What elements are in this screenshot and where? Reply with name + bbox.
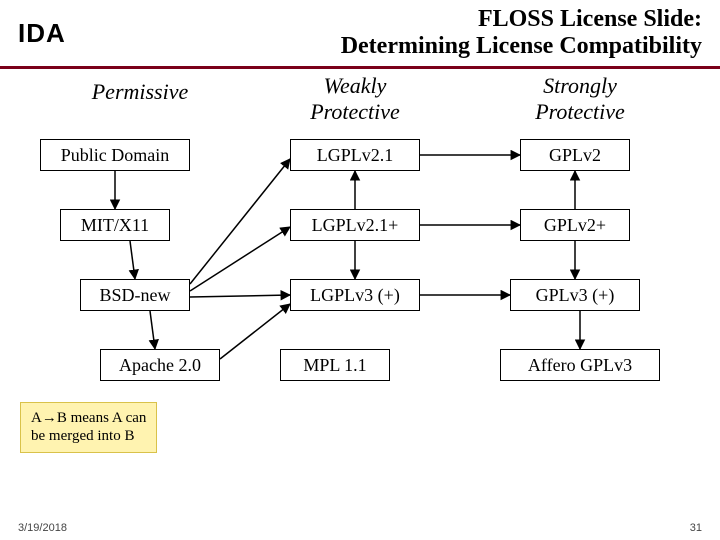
slide-title: FLOSS License Slide: Determining License… (341, 6, 702, 60)
arrow-mit-to-bsd (130, 241, 135, 279)
node-mpl: MPL 1.1 (280, 349, 390, 381)
legend-note: A→B means A can be merged into B (20, 402, 157, 454)
node-lgpl21p: LGPLv2.1+ (290, 209, 420, 241)
node-lgpl3: LGPLv3 (+) (290, 279, 420, 311)
node-gpl3: GPLv3 (+) (510, 279, 640, 311)
node-mit: MIT/X11 (60, 209, 170, 241)
title-line-2: Determining License Compatibility (341, 33, 702, 60)
footer-page-number: 31 (690, 522, 702, 534)
column-header-weak: Weakly Protective (280, 73, 430, 125)
arrow-bsd-to-lgpl3 (190, 295, 290, 297)
strong-line1: Strongly Protective (535, 73, 625, 124)
column-header-permissive: Permissive (60, 79, 220, 105)
node-lgpl21: LGPLv2.1 (290, 139, 420, 171)
node-affero: Affero GPLv3 (500, 349, 660, 381)
node-gpl2: GPLv2 (520, 139, 630, 171)
column-header-strong: Strongly Protective (500, 73, 660, 125)
arrow-bsd-to-apache (150, 311, 155, 349)
title-line-1: FLOSS License Slide: (341, 6, 702, 33)
arrow-bsd-to-lgpl21p (190, 227, 290, 291)
slide-footer: 3/19/2018 31 (0, 518, 720, 540)
node-bsd: BSD-new (80, 279, 190, 311)
slide-header: IDA FLOSS License Slide: Determining Lic… (0, 0, 720, 69)
footer-date: 3/19/2018 (18, 522, 67, 534)
ida-logo: IDA (18, 18, 66, 49)
weak-line1: Weakly Protective (310, 73, 400, 124)
node-gpl2p: GPLv2+ (520, 209, 630, 241)
diagram-stage: Permissive Weakly Protective Strongly Pr… (0, 69, 720, 489)
node-apache: Apache 2.0 (100, 349, 220, 381)
node-public-domain: Public Domain (40, 139, 190, 171)
legend-line-1: A→B means A can (31, 409, 146, 428)
slide: IDA FLOSS License Slide: Determining Lic… (0, 0, 720, 540)
legend-line-2: be merged into B (31, 427, 146, 446)
arrow-bsd-to-lgpl21 (190, 159, 290, 284)
